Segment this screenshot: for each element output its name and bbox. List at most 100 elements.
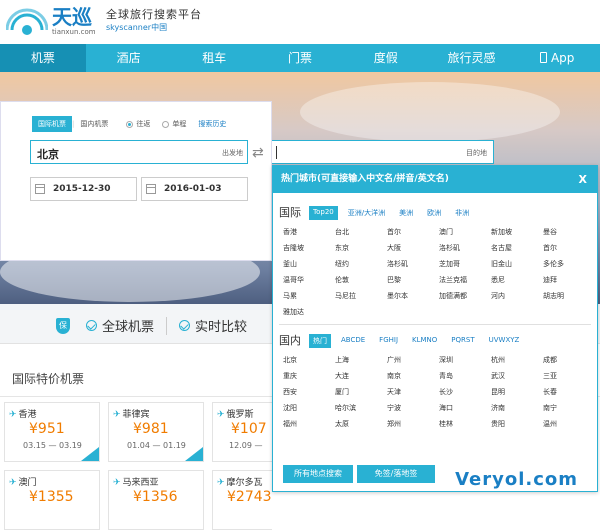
city-option[interactable]: 香港 xyxy=(283,226,335,238)
city-option[interactable]: 天津 xyxy=(387,386,439,398)
city-option[interactable]: 洛杉矶 xyxy=(439,242,491,254)
tab-klmno[interactable]: KLMNO xyxy=(408,334,441,348)
destination-field[interactable]: 目的地 xyxy=(272,140,494,164)
city-option[interactable]: 深圳 xyxy=(439,354,491,366)
city-option[interactable]: 曼谷 xyxy=(543,226,595,238)
city-option[interactable]: 青岛 xyxy=(439,370,491,382)
city-option[interactable]: 纽约 xyxy=(335,258,387,270)
deal-card[interactable]: ✈ 菲律宾 ¥981 01.04 — 01.19 xyxy=(108,402,204,462)
nav-hotels[interactable]: 酒店 xyxy=(86,44,172,72)
city-option[interactable]: 马累 xyxy=(283,290,335,302)
nav-tickets[interactable]: 门票 xyxy=(257,44,343,72)
return-date-field[interactable]: 2016-01-03 xyxy=(141,177,248,201)
city-option[interactable]: 太原 xyxy=(335,418,387,430)
city-option[interactable]: 武汉 xyxy=(491,370,543,382)
deal-card[interactable]: ✈ 澳门 ¥1355 xyxy=(4,470,100,530)
city-option[interactable]: 昆明 xyxy=(491,386,543,398)
city-option[interactable]: 三亚 xyxy=(543,370,595,382)
tab-top20[interactable]: Top20 xyxy=(309,206,338,220)
tab-domestic[interactable]: 国内机票 xyxy=(74,116,114,132)
nav-holidays[interactable]: 度假 xyxy=(343,44,429,72)
city-option[interactable]: 哈尔滨 xyxy=(335,402,387,414)
tab-international[interactable]: 国际机票 xyxy=(32,116,72,132)
city-option[interactable]: 首尔 xyxy=(387,226,439,238)
city-option[interactable]: 马尼拉 xyxy=(335,290,387,302)
city-option[interactable]: 伦敦 xyxy=(335,274,387,286)
city-option[interactable]: 胡志明 xyxy=(543,290,595,302)
city-option[interactable]: 重庆 xyxy=(283,370,335,382)
deal-card[interactable]: ✈ 摩尔多瓦 ¥2743 xyxy=(212,470,272,530)
city-option[interactable]: 洛杉矶 xyxy=(387,258,439,270)
city-option[interactable]: 温哥华 xyxy=(283,274,335,286)
tab-africa[interactable]: 非洲 xyxy=(451,206,473,220)
city-option[interactable]: 墨尔本 xyxy=(387,290,439,302)
depart-date-field[interactable]: 2015-12-30 xyxy=(30,177,137,201)
city-option[interactable]: 长沙 xyxy=(439,386,491,398)
city-option[interactable]: 宁波 xyxy=(387,402,439,414)
city-option[interactable]: 南京 xyxy=(387,370,439,382)
tab-uvwxyz[interactable]: UVWXYZ xyxy=(485,334,524,348)
search-history-link[interactable]: 搜索历史 xyxy=(198,119,226,129)
swap-icon[interactable]: ⇄ xyxy=(252,145,264,161)
city-option[interactable]: 巴黎 xyxy=(387,274,439,286)
city-option[interactable]: 上海 xyxy=(335,354,387,366)
city-option[interactable]: 大阪 xyxy=(387,242,439,254)
all-locations-button[interactable]: 所有地点搜索 xyxy=(283,465,353,483)
city-option[interactable]: 贵阳 xyxy=(491,418,543,430)
radio-dot xyxy=(162,120,170,128)
tab-fghij[interactable]: FGHIJ xyxy=(375,334,402,348)
city-option[interactable]: 澳门 xyxy=(439,226,491,238)
city-option[interactable]: 加德满都 xyxy=(439,290,491,302)
city-option[interactable]: 釜山 xyxy=(283,258,335,270)
city-option[interactable]: 长春 xyxy=(543,386,595,398)
city-option[interactable]: 迪拜 xyxy=(543,274,595,286)
logo[interactable]: 天巡 tianxun.com xyxy=(6,4,96,38)
city-option[interactable]: 法兰克福 xyxy=(439,274,491,286)
nav-car-rental[interactable]: 租车 xyxy=(171,44,257,72)
city-option[interactable]: 台北 xyxy=(335,226,387,238)
city-option[interactable]: 温州 xyxy=(543,418,595,430)
nav-app[interactable]: App xyxy=(514,44,600,72)
city-option[interactable]: 新加坡 xyxy=(491,226,543,238)
city-option[interactable]: 河内 xyxy=(491,290,543,302)
city-option[interactable]: 芝加哥 xyxy=(439,258,491,270)
nav-inspiration[interactable]: 旅行灵感 xyxy=(429,44,515,72)
radio-roundtrip[interactable]: 往返 xyxy=(126,119,150,129)
city-option[interactable]: 厦门 xyxy=(335,386,387,398)
deal-card[interactable]: ✈ 俄罗斯 ¥107 12.09 — xyxy=(212,402,272,462)
city-option[interactable]: 海口 xyxy=(439,402,491,414)
deal-card[interactable]: ✈ 香港 ¥951 03.15 — 03.19 xyxy=(4,402,100,462)
city-option[interactable]: 西安 xyxy=(283,386,335,398)
tab-pqrst[interactable]: PQRST xyxy=(447,334,478,348)
tab-americas[interactable]: 美洲 xyxy=(395,206,417,220)
city-option[interactable]: 杭州 xyxy=(491,354,543,366)
city-option[interactable]: 东京 xyxy=(335,242,387,254)
city-option[interactable]: 北京 xyxy=(283,354,335,366)
city-option[interactable]: 旧金山 xyxy=(491,258,543,270)
close-icon[interactable]: X xyxy=(579,166,587,193)
city-option[interactable]: 福州 xyxy=(283,418,335,430)
city-option[interactable]: 成都 xyxy=(543,354,595,366)
tab-abcde[interactable]: ABCDE xyxy=(337,334,369,348)
city-option[interactable]: 首尔 xyxy=(543,242,595,254)
city-option[interactable]: 沈阳 xyxy=(283,402,335,414)
nav-flights[interactable]: 机票 xyxy=(0,44,86,72)
radio-oneway[interactable]: 单程 xyxy=(162,119,186,129)
city-option[interactable]: 济南 xyxy=(491,402,543,414)
city-option[interactable]: 大连 xyxy=(335,370,387,382)
tab-europe[interactable]: 欧洲 xyxy=(423,206,445,220)
city-option[interactable]: 雅加达 xyxy=(283,306,335,318)
city-option[interactable]: 悉尼 xyxy=(491,274,543,286)
city-option[interactable]: 多伦多 xyxy=(543,258,595,270)
city-option[interactable]: 桂林 xyxy=(439,418,491,430)
city-option[interactable]: 广州 xyxy=(387,354,439,366)
city-option[interactable]: 郑州 xyxy=(387,418,439,430)
city-option[interactable]: 名古屋 xyxy=(491,242,543,254)
city-option[interactable]: 吉隆坡 xyxy=(283,242,335,254)
deal-card[interactable]: ✈ 马来西亚 ¥1356 xyxy=(108,470,204,530)
tab-asia-oceania[interactable]: 亚洲/大洋洲 xyxy=(344,206,389,220)
origin-field[interactable]: 北京 出发地 xyxy=(30,140,248,164)
tab-hot[interactable]: 热门 xyxy=(309,334,331,348)
city-option[interactable]: 南宁 xyxy=(543,402,595,414)
visa-free-button[interactable]: 免签/落地签 xyxy=(357,465,435,483)
